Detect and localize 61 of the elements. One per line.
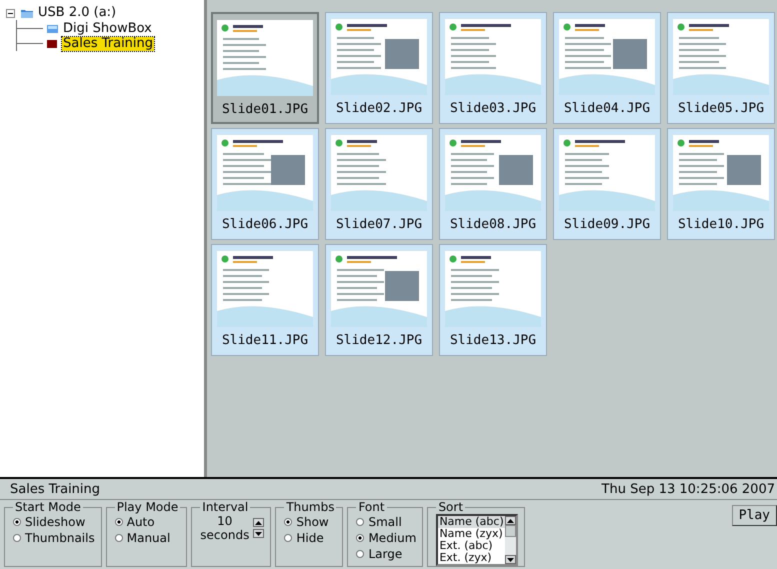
tree-item[interactable]: Digi ShowBox	[62, 22, 153, 36]
radio-label[interactable]: Auto	[126, 515, 155, 529]
radio-button[interactable]	[114, 534, 123, 542]
group-title: Font	[357, 501, 386, 514]
tree-item[interactable]: Sales Training	[62, 36, 154, 50]
radio-button[interactable]	[356, 518, 364, 526]
radio-button[interactable]	[284, 518, 292, 526]
slide-thumbnail[interactable]: Slide02.JPG	[325, 12, 433, 124]
slide-thumbnail[interactable]: Slide09.JPG	[553, 128, 661, 240]
slide-thumbnail[interactable]: Slide01.JPG	[211, 12, 319, 124]
slide-thumbnail[interactable]: Slide12.JPG	[325, 244, 433, 356]
slide-thumbnail[interactable]: Slide04.JPG	[553, 12, 661, 124]
date-time: Thu Sep 13 10:25:06 2007	[602, 482, 775, 496]
slide-thumbnail[interactable]: Slide10.JPG	[667, 128, 775, 240]
slide-thumbnail[interactable]: Slide03.JPG	[439, 12, 547, 124]
group-title: Play Mode	[116, 501, 180, 514]
list-item[interactable]: Ext. (abc)	[438, 540, 505, 552]
group-title: Interval	[201, 501, 250, 514]
radio-button[interactable]	[13, 534, 21, 542]
down-arrow-icon	[506, 558, 514, 562]
list-item[interactable]: Ext. (zyx)	[438, 552, 505, 564]
radio-label[interactable]: Hide	[296, 531, 324, 545]
drive-folder-icon	[20, 8, 34, 18]
spin-up-button[interactable]	[253, 518, 264, 527]
folder-icon	[46, 24, 59, 34]
radio-label[interactable]: Thumbnails	[25, 531, 95, 545]
slideshow-icon	[46, 38, 59, 48]
radio-button[interactable]	[284, 534, 292, 542]
slide-thumbnail[interactable]: Slide05.JPG	[667, 12, 775, 124]
slide-thumbnail[interactable]: Slide06.JPG	[211, 128, 319, 240]
group-title: Thumbs	[285, 501, 336, 514]
up-arrow-icon	[255, 520, 262, 524]
spin-down-button[interactable]	[253, 529, 264, 538]
group-title: Sort	[437, 501, 464, 514]
radio-label[interactable]: Large	[368, 547, 402, 561]
radio-button[interactable]	[356, 550, 364, 558]
radio-label[interactable]: Slideshow	[25, 515, 86, 529]
interval-unit: seconds	[200, 528, 250, 542]
tree-item[interactable]: USB 2.0 (a:)	[37, 6, 118, 20]
radio-label[interactable]: Medium	[368, 531, 416, 545]
interval-value: 10	[216, 514, 234, 528]
play-button[interactable]: Play	[732, 505, 777, 526]
radio-button[interactable]	[13, 518, 21, 526]
up-arrow-icon	[506, 518, 514, 522]
radio-label[interactable]: Show	[296, 515, 329, 529]
radio-button[interactable]	[356, 534, 364, 542]
radio-button[interactable]	[114, 518, 123, 526]
group-title: Start Mode	[14, 501, 82, 514]
slide-thumbnail[interactable]: Slide08.JPG	[439, 128, 547, 240]
list-item[interactable]: Name (abc)	[438, 516, 505, 528]
down-arrow-icon	[255, 532, 262, 536]
slide-thumbnail[interactable]: Slide07.JPG	[325, 128, 433, 240]
folder-title: Sales Training	[10, 482, 100, 496]
sort-list[interactable]: Name (abc) Name (zyx) Ext. (abc) Ext. (zyx)	[436, 514, 518, 566]
scrollbar[interactable]	[504, 516, 516, 564]
slide-thumbnail[interactable]: Slide11.JPG	[211, 244, 319, 356]
radio-label[interactable]: Manual	[126, 531, 170, 545]
slide-thumbnail[interactable]: Slide13.JPG	[439, 244, 547, 356]
radio-label[interactable]: Small	[368, 515, 402, 529]
list-item[interactable]: Name (zyx)	[438, 528, 505, 540]
collapse-toggle-icon[interactable]	[6, 8, 15, 18]
